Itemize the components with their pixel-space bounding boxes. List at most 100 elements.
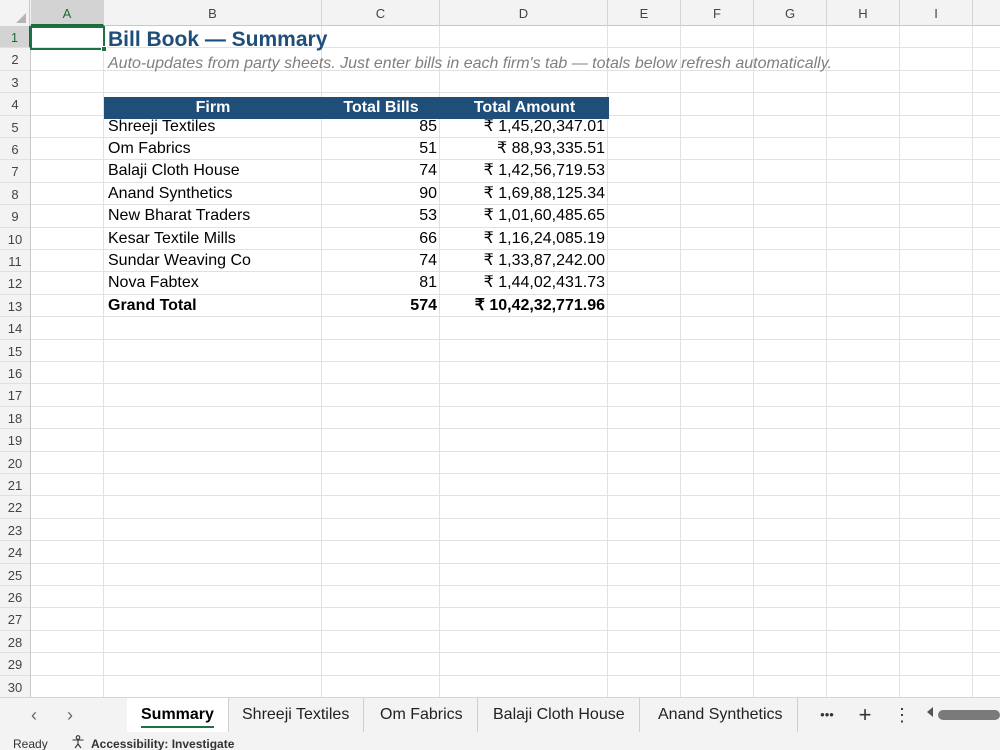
row-header-9[interactable]: 9 bbox=[0, 205, 31, 228]
column-header-a[interactable]: A bbox=[31, 0, 104, 26]
row-header-16[interactable]: 16 bbox=[0, 362, 31, 385]
amount-cell[interactable]: ₹ 88,93,335.51 bbox=[440, 138, 605, 160]
sheet-tab-label: Balaji Cloth House bbox=[493, 706, 625, 723]
active-cell-a1[interactable] bbox=[30, 26, 107, 52]
grid-line bbox=[31, 585, 1000, 586]
chevron-right-icon[interactable]: › bbox=[58, 703, 82, 727]
row-header-13[interactable]: 13 bbox=[0, 294, 31, 318]
column-header-e[interactable]: E bbox=[608, 0, 681, 26]
row-header-18[interactable]: 18 bbox=[0, 406, 31, 430]
row-header-8[interactable]: 8 bbox=[0, 182, 31, 206]
sheet-subtitle[interactable]: Auto-updates from party sheets. Just ent… bbox=[108, 55, 832, 73]
row-header-14[interactable]: 14 bbox=[0, 317, 31, 340]
row-header-19[interactable]: 19 bbox=[0, 429, 31, 452]
sheet-tab-label: Om Fabrics bbox=[380, 706, 463, 723]
fill-handle[interactable] bbox=[101, 46, 107, 52]
row-header-21[interactable]: 21 bbox=[0, 474, 31, 497]
firm-cell[interactable]: Sundar Weaving Co bbox=[108, 250, 251, 272]
grid-line bbox=[31, 473, 1000, 474]
row-header-24[interactable]: 24 bbox=[0, 541, 31, 564]
sheet-tab-anand-synthetics[interactable]: Anand Synthetics bbox=[644, 698, 798, 732]
add-sheet-button[interactable]: + bbox=[852, 698, 878, 732]
row-header-2[interactable]: 2 bbox=[0, 48, 31, 71]
sheet-tab-balaji-cloth-house[interactable]: Balaji Cloth House bbox=[479, 698, 640, 732]
more-tabs-button[interactable]: ••• bbox=[814, 698, 840, 732]
row-header-12[interactable]: 12 bbox=[0, 272, 31, 295]
row-header-3[interactable]: 3 bbox=[0, 70, 31, 94]
firm-cell[interactable]: Balaji Cloth House bbox=[108, 160, 240, 182]
select-all-corner[interactable] bbox=[0, 0, 30, 26]
amount-cell[interactable]: ₹ 1,42,56,719.53 bbox=[440, 160, 605, 182]
bills-cell[interactable]: 90 bbox=[322, 183, 437, 205]
column-header-c[interactable]: C bbox=[322, 0, 440, 26]
grid-line bbox=[31, 517, 1000, 519]
row-header-23[interactable]: 23 bbox=[0, 518, 31, 542]
row-header-7[interactable]: 7 bbox=[0, 160, 31, 183]
column-header-d[interactable]: D bbox=[440, 0, 608, 26]
grand-total-amount[interactable]: ₹ 10,42,32,771.96 bbox=[440, 295, 605, 317]
row-header-28[interactable]: 28 bbox=[0, 630, 31, 654]
amount-cell[interactable]: ₹ 1,69,88,125.34 bbox=[440, 183, 605, 205]
sheet-tab-label: Anand Synthetics bbox=[658, 706, 783, 723]
amount-cell[interactable]: ₹ 1,01,60,485.65 bbox=[440, 205, 605, 227]
bills-cell[interactable]: 51 bbox=[322, 138, 437, 160]
row-header-20[interactable]: 20 bbox=[0, 451, 31, 474]
grid-line bbox=[31, 92, 1000, 94]
bills-cell[interactable]: 74 bbox=[322, 250, 437, 272]
amount-cell[interactable]: ₹ 1,16,24,085.19 bbox=[440, 228, 605, 250]
sheet-tab-om-fabrics[interactable]: Om Fabrics bbox=[366, 698, 478, 732]
spreadsheet-grid[interactable]: ABCDEFGHI 1 2 3 4 5 6 7 8 9 10 11 12 13 14 15 16 17 18 19 2… bbox=[0, 0, 1000, 697]
column-header-f[interactable]: F bbox=[681, 0, 754, 26]
firm-cell[interactable]: Om Fabrics bbox=[108, 138, 191, 160]
firm-cell[interactable]: New Bharat Traders bbox=[108, 205, 250, 227]
column-header-b[interactable]: B bbox=[104, 0, 322, 26]
status-ready: Ready bbox=[13, 737, 48, 750]
row-header-25[interactable]: 25 bbox=[0, 563, 31, 586]
scroll-left-icon[interactable] bbox=[927, 707, 933, 717]
firm-cell[interactable]: Nova Fabtex bbox=[108, 272, 199, 294]
sheet-tab-shreeji-textiles[interactable]: Shreeji Textiles bbox=[228, 698, 365, 732]
horizontal-scrollbar[interactable] bbox=[925, 698, 1000, 732]
firm-cell[interactable]: Anand Synthetics bbox=[108, 183, 233, 205]
grid-line bbox=[31, 495, 1000, 497]
bills-cell[interactable]: 85 bbox=[322, 116, 437, 138]
accessibility-status[interactable]: Accessibility: Investigate bbox=[91, 737, 234, 750]
grid-line bbox=[31, 674, 1000, 676]
column-header-h[interactable]: H bbox=[827, 0, 900, 26]
bills-cell[interactable]: 53 bbox=[322, 205, 437, 227]
sheet-tab-label: Shreeji Textiles bbox=[242, 706, 350, 723]
sheet-tab-summary[interactable]: Summary bbox=[127, 698, 229, 732]
scrollbar-thumb[interactable] bbox=[938, 710, 1000, 720]
amount-cell[interactable]: ₹ 1,45,20,347.01 bbox=[440, 116, 605, 138]
row-header-26[interactable]: 26 bbox=[0, 586, 31, 609]
bills-cell[interactable]: 74 bbox=[322, 160, 437, 182]
grand-total-bills[interactable]: 574 bbox=[322, 295, 437, 317]
firm-cell[interactable]: Shreeji Textiles bbox=[108, 116, 215, 138]
row-header-17[interactable]: 17 bbox=[0, 384, 31, 407]
amount-cell[interactable]: ₹ 1,33,87,242.00 bbox=[440, 250, 605, 272]
grand-total-label[interactable]: Grand Total bbox=[108, 295, 197, 317]
bills-cell[interactable]: 81 bbox=[322, 272, 437, 294]
row-header-15[interactable]: 15 bbox=[0, 339, 31, 362]
row-header-29[interactable]: 29 bbox=[0, 653, 31, 676]
row-header-22[interactable]: 22 bbox=[0, 496, 31, 519]
row-header-10[interactable]: 10 bbox=[0, 227, 31, 250]
row-header-27[interactable]: 27 bbox=[0, 608, 31, 631]
row-header-6[interactable]: 6 bbox=[0, 138, 31, 161]
firm-cell[interactable]: Kesar Textile Mills bbox=[108, 228, 236, 250]
row-header-1[interactable]: 1 bbox=[0, 26, 31, 49]
row-header-4[interactable]: 4 bbox=[0, 93, 31, 116]
grid-line bbox=[31, 540, 1000, 542]
chevron-left-icon[interactable]: ‹ bbox=[22, 703, 46, 727]
accessibility-icon[interactable] bbox=[71, 735, 85, 749]
bills-cell[interactable]: 66 bbox=[322, 228, 437, 250]
table-row: Anand Synthetics 90 ₹ 1,69,88,125.34 bbox=[104, 183, 609, 205]
column-header-i[interactable]: I bbox=[900, 0, 973, 26]
sheet-options-button[interactable]: ⋮ bbox=[889, 698, 915, 732]
sheet-title[interactable]: Bill Book — Summary bbox=[108, 28, 327, 52]
row-header-30[interactable]: 30 bbox=[0, 675, 31, 697]
column-header-g[interactable]: G bbox=[754, 0, 827, 26]
row-header-11[interactable]: 11 bbox=[0, 250, 31, 273]
row-header-5[interactable]: 5 bbox=[0, 115, 31, 138]
amount-cell[interactable]: ₹ 1,44,02,431.73 bbox=[440, 272, 605, 294]
